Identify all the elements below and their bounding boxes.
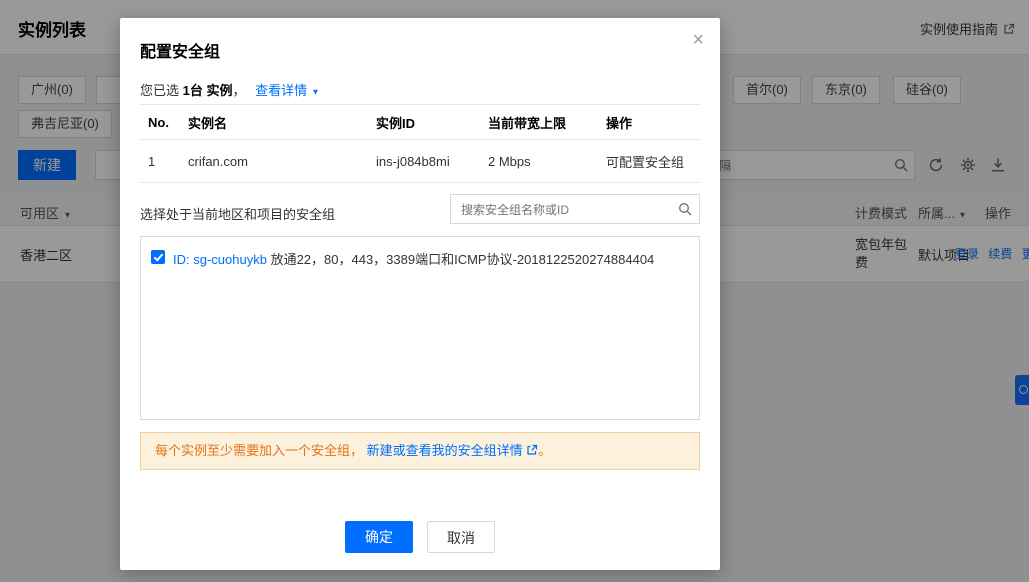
cell-instance-name: crifan.com: [188, 139, 376, 183]
table-header-row: No. 实例名 实例ID 当前带宽上限 操作: [140, 104, 700, 140]
selection-summary: 您已选 1台 实例， 查看详情 ▼: [140, 83, 320, 98]
header-bandwidth: 当前带宽上限: [488, 104, 606, 140]
header-instance-name: 实例名: [188, 104, 376, 140]
header-instance-id: 实例ID: [376, 104, 488, 140]
confirm-button[interactable]: 确定: [345, 521, 413, 553]
warning-banner: 每个实例至少需要加入一个安全组， 新建或查看我的安全组详情 。: [140, 432, 700, 470]
header-action: 操作: [606, 104, 700, 140]
security-group-search-input[interactable]: [459, 196, 673, 224]
warning-text: 每个实例至少需要加入一个安全组，: [155, 443, 364, 458]
close-icon[interactable]: ×: [692, 30, 704, 50]
security-group-search-box: [450, 194, 700, 224]
warning-suffix: 。: [538, 443, 552, 458]
selection-prefix: 您已选: [140, 83, 180, 98]
security-group-item-label: ID: sg-cuohuykb 放通22，80，443，3389端口和ICMP协…: [173, 249, 654, 268]
cell-action: 可配置安全组: [606, 139, 700, 183]
security-group-list: ID: sg-cuohuykb 放通22，80，443，3389端口和ICMP协…: [140, 236, 700, 420]
chevron-down-icon: ▼: [311, 87, 320, 97]
cell-bandwidth: 2 Mbps: [488, 139, 606, 183]
configure-security-group-modal: 配置安全组 × 您已选 1台 实例， 查看详情 ▼ No. 实例名 实例ID 当…: [120, 18, 720, 570]
cell-instance-id-link[interactable]: ins-j084b8mi: [376, 139, 488, 183]
checkbox-checked-icon[interactable]: [151, 250, 165, 264]
security-group-id: ID: sg-cuohuykb: [173, 252, 267, 267]
cell-no: 1: [140, 139, 188, 183]
cancel-button[interactable]: 取消: [427, 521, 495, 553]
external-link-icon: [526, 444, 538, 456]
create-or-view-security-groups-link[interactable]: 新建或查看我的安全组详情: [367, 443, 523, 458]
selected-instances-table: No. 实例名 实例ID 当前带宽上限 操作 1 crifan.com ins-…: [140, 104, 700, 183]
modal-title: 配置安全组: [140, 44, 221, 61]
view-details-link[interactable]: 查看详情 ▼: [255, 83, 320, 98]
selection-count: 1台 实例: [182, 83, 233, 98]
search-icon[interactable]: [678, 202, 692, 216]
security-group-section-label: 选择处于当前地区和项目的安全组: [140, 207, 336, 222]
header-no: No.: [140, 104, 188, 140]
screen: 实例列表 实例使用指南 广州(0) 首尔(0) 东京(0) 硅谷(0) 弗吉尼亚…: [0, 0, 1029, 582]
security-group-desc: 放通22，80，443，3389端口和ICMP协议-20181225202748…: [270, 252, 655, 267]
modal-footer: 确定 取消: [120, 521, 720, 553]
security-group-list-item[interactable]: ID: sg-cuohuykb 放通22，80，443，3389端口和ICMP协…: [141, 237, 699, 280]
table-row: 1 crifan.com ins-j084b8mi 2 Mbps 可配置安全组: [140, 139, 700, 183]
